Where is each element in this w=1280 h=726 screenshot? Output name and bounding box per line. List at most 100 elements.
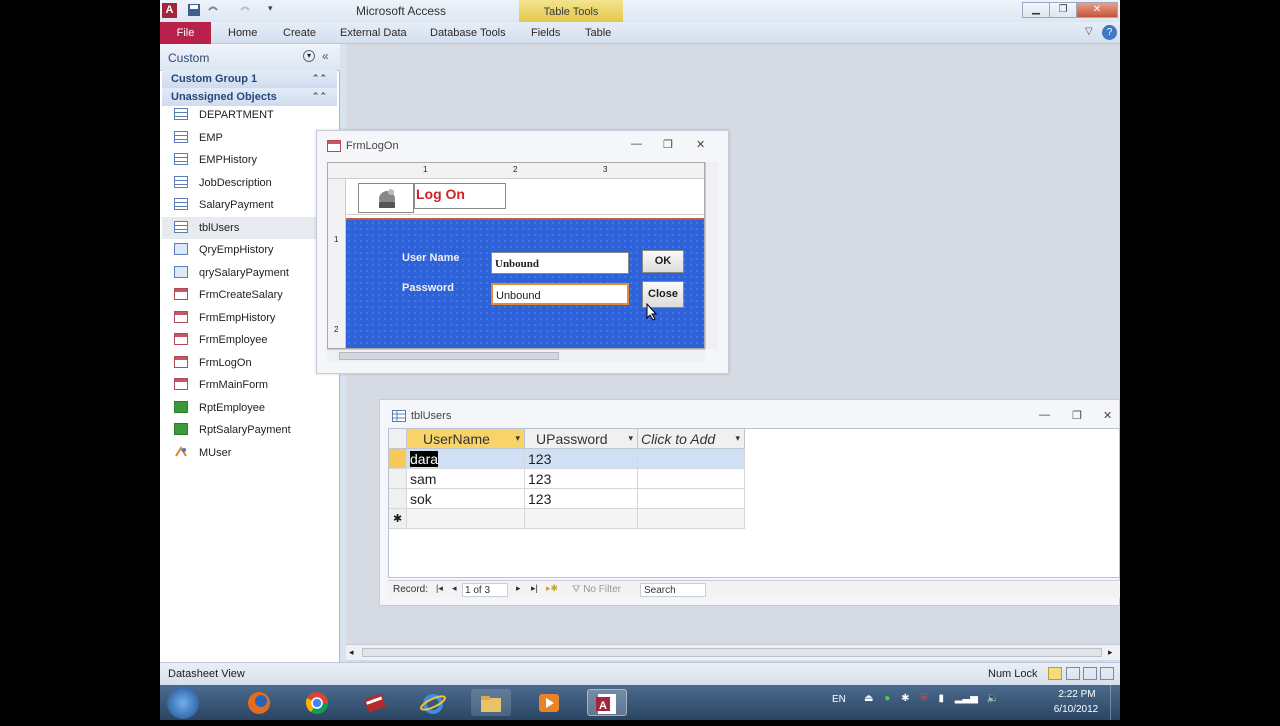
nav-item-qryemphistory[interactable]: QryEmpHistory [162,239,337,261]
nav-item-jobdescription[interactable]: JobDescription [162,172,337,194]
form-horizontal-scrollbar[interactable] [327,349,705,362]
internet-explorer-icon[interactable] [413,689,453,716]
nav-item-qrysalarypayment[interactable]: qrySalaryPayment [162,262,337,284]
datasheet-restore-button[interactable]: ❐ [1072,409,1082,422]
sort-dropdown-icon[interactable]: ▾ [515,433,520,444]
undo-icon[interactable] [206,3,220,17]
media-player-icon[interactable] [529,689,569,716]
form-close-button[interactable]: ✕ [696,138,705,151]
nav-item-tblusers[interactable]: tblUsers [162,216,337,239]
record-selector[interactable] [389,469,407,489]
close-button[interactable]: ✕ [1076,2,1118,18]
user-name-field[interactable]: Unbound [491,252,629,274]
form-detail-section[interactable]: User Name Password Unbound Unbound OK Cl… [346,218,704,348]
nav-item-frmemphistory[interactable]: FrmEmpHistory [162,307,337,329]
column-header-click-to-add[interactable]: Click to Add ▾ [638,429,745,449]
network-status-icon[interactable]: ● [884,693,890,704]
column-header-username[interactable]: UserName ▾ [407,429,525,449]
nav-item-frmcreatesalary[interactable]: FrmCreateSalary [162,284,337,306]
sort-dropdown-icon[interactable]: ▾ [735,433,740,444]
nav-item-emphistory[interactable]: EMPHistory [162,149,337,171]
nav-dropdown-icon[interactable]: ▾ [303,50,315,62]
clock-time[interactable]: 2:22 PM [1052,689,1102,700]
firefox-icon[interactable] [239,689,279,716]
form-minimize-button[interactable]: — [631,138,642,150]
nav-item-rptemployee[interactable]: RptEmployee [162,397,337,419]
tab-fields[interactable]: Fields [531,27,560,39]
logo-image-icon[interactable] [358,183,414,213]
table-cell[interactable]: dara [407,449,525,469]
table-cell[interactable] [638,469,745,489]
bluetooth-icon[interactable]: ✱ [901,693,909,704]
last-record-icon[interactable]: ▸| [531,583,538,594]
table-cell[interactable]: 123 [525,489,638,509]
no-filter-button[interactable]: ⛛ No Filter [572,584,621,595]
clock-date[interactable]: 6/10/2012 [1046,704,1106,715]
record-selector[interactable] [389,449,407,469]
form-title-label[interactable]: Log On [414,183,506,209]
nav-pane-header[interactable]: Custom ▾ « [160,44,340,71]
file-explorer-icon[interactable] [471,689,511,716]
tab-home[interactable]: Home [228,27,257,39]
nav-item-frmlogon[interactable]: FrmLogOn [162,352,337,374]
table-cell[interactable]: 123 [525,449,638,469]
tab-database-tools[interactable]: Database Tools [430,27,506,39]
tray-icons[interactable]: ⏏ ● ✱ ⛨ ▮ ▂▃▅ 🔈 [864,693,999,704]
table-cell[interactable]: sam [407,469,525,489]
language-indicator[interactable]: EN [832,694,846,705]
help-icon[interactable]: ? [1102,25,1117,40]
table-cell[interactable] [638,489,745,509]
table-cell[interactable]: 123 [525,469,638,489]
workspace-horizontal-scrollbar[interactable]: ◂ ▸ [346,644,1120,660]
sort-dropdown-icon[interactable]: ▾ [628,433,633,444]
table-cell[interactable] [407,509,525,529]
design-view-icon[interactable] [1100,667,1114,680]
pivottable-view-icon[interactable] [1066,667,1080,680]
save-icon[interactable] [187,3,201,17]
datasheet-minimize-button[interactable]: — [1039,409,1050,421]
scroll-thumb[interactable] [362,648,1102,657]
chrome-icon[interactable] [297,689,337,716]
datasheet-view-icon[interactable] [1048,667,1062,680]
scroll-left-icon[interactable]: ◂ [349,647,354,658]
nav-item-rptsalarypayment[interactable]: RptSalaryPayment [162,419,337,441]
datasheet-window-tblusers[interactable]: tblUsers — ❐ ✕ UserName ▾ UPassword ▾ Cl… [379,399,1120,606]
book-app-icon[interactable] [355,689,395,716]
signal-icon[interactable]: ▂▃▅ [955,693,978,704]
first-record-icon[interactable]: |◂ [436,583,443,594]
nav-item-salarypayment[interactable]: SalaryPayment [162,194,337,216]
nav-item-emp[interactable]: EMP [162,127,337,149]
tab-file[interactable]: File [160,22,211,44]
datasheet-close-button[interactable]: ✕ [1103,409,1112,422]
previous-record-icon[interactable]: ◂ [452,583,457,594]
redo-icon[interactable] [238,3,252,17]
battery-icon[interactable]: ▮ [939,693,945,704]
form-window-frmlogon[interactable]: FrmLogOn — ❐ ✕ 1 2 3 1 2 Log On User Nam… [316,130,729,374]
shutter-bar-icon[interactable]: « [322,49,329,63]
minimize-ribbon-icon[interactable]: ▽ [1085,26,1093,37]
select-all-corner[interactable] [389,429,407,449]
pivotchart-view-icon[interactable] [1083,667,1097,680]
current-record-field[interactable]: 1 of 3 [462,583,508,597]
nav-item-frmmainform[interactable]: FrmMainForm [162,374,337,396]
table-cell[interactable]: sok [407,489,525,509]
usb-icon[interactable]: ⏏ [864,693,873,704]
table-cell[interactable] [638,509,745,529]
table-cell[interactable] [525,509,638,529]
nav-item-frmemployee[interactable]: FrmEmployee [162,329,337,351]
access-taskbar-icon[interactable]: A [587,689,627,716]
group-custom-group-1[interactable]: Custom Group 1 ⌃⌃ [162,70,337,88]
show-desktop-button[interactable] [1110,685,1120,720]
nav-item-department[interactable]: DEPARTMENT [162,104,337,126]
search-input[interactable]: Search [640,583,706,597]
ok-button[interactable]: OK [642,250,684,273]
next-record-icon[interactable]: ▸ [516,583,521,594]
restore-button[interactable]: ❐ [1049,2,1077,18]
volume-muted-icon[interactable]: 🔈 [987,693,999,704]
form-restore-button[interactable]: ❐ [663,138,673,151]
form-header-section[interactable]: Log On [346,179,704,215]
form-vertical-scrollbar[interactable] [705,162,718,349]
customize-quick-access-icon[interactable]: ▾ [268,3,282,17]
column-header-upassword[interactable]: UPassword ▾ [525,429,638,449]
password-field[interactable]: Unbound [491,283,629,305]
